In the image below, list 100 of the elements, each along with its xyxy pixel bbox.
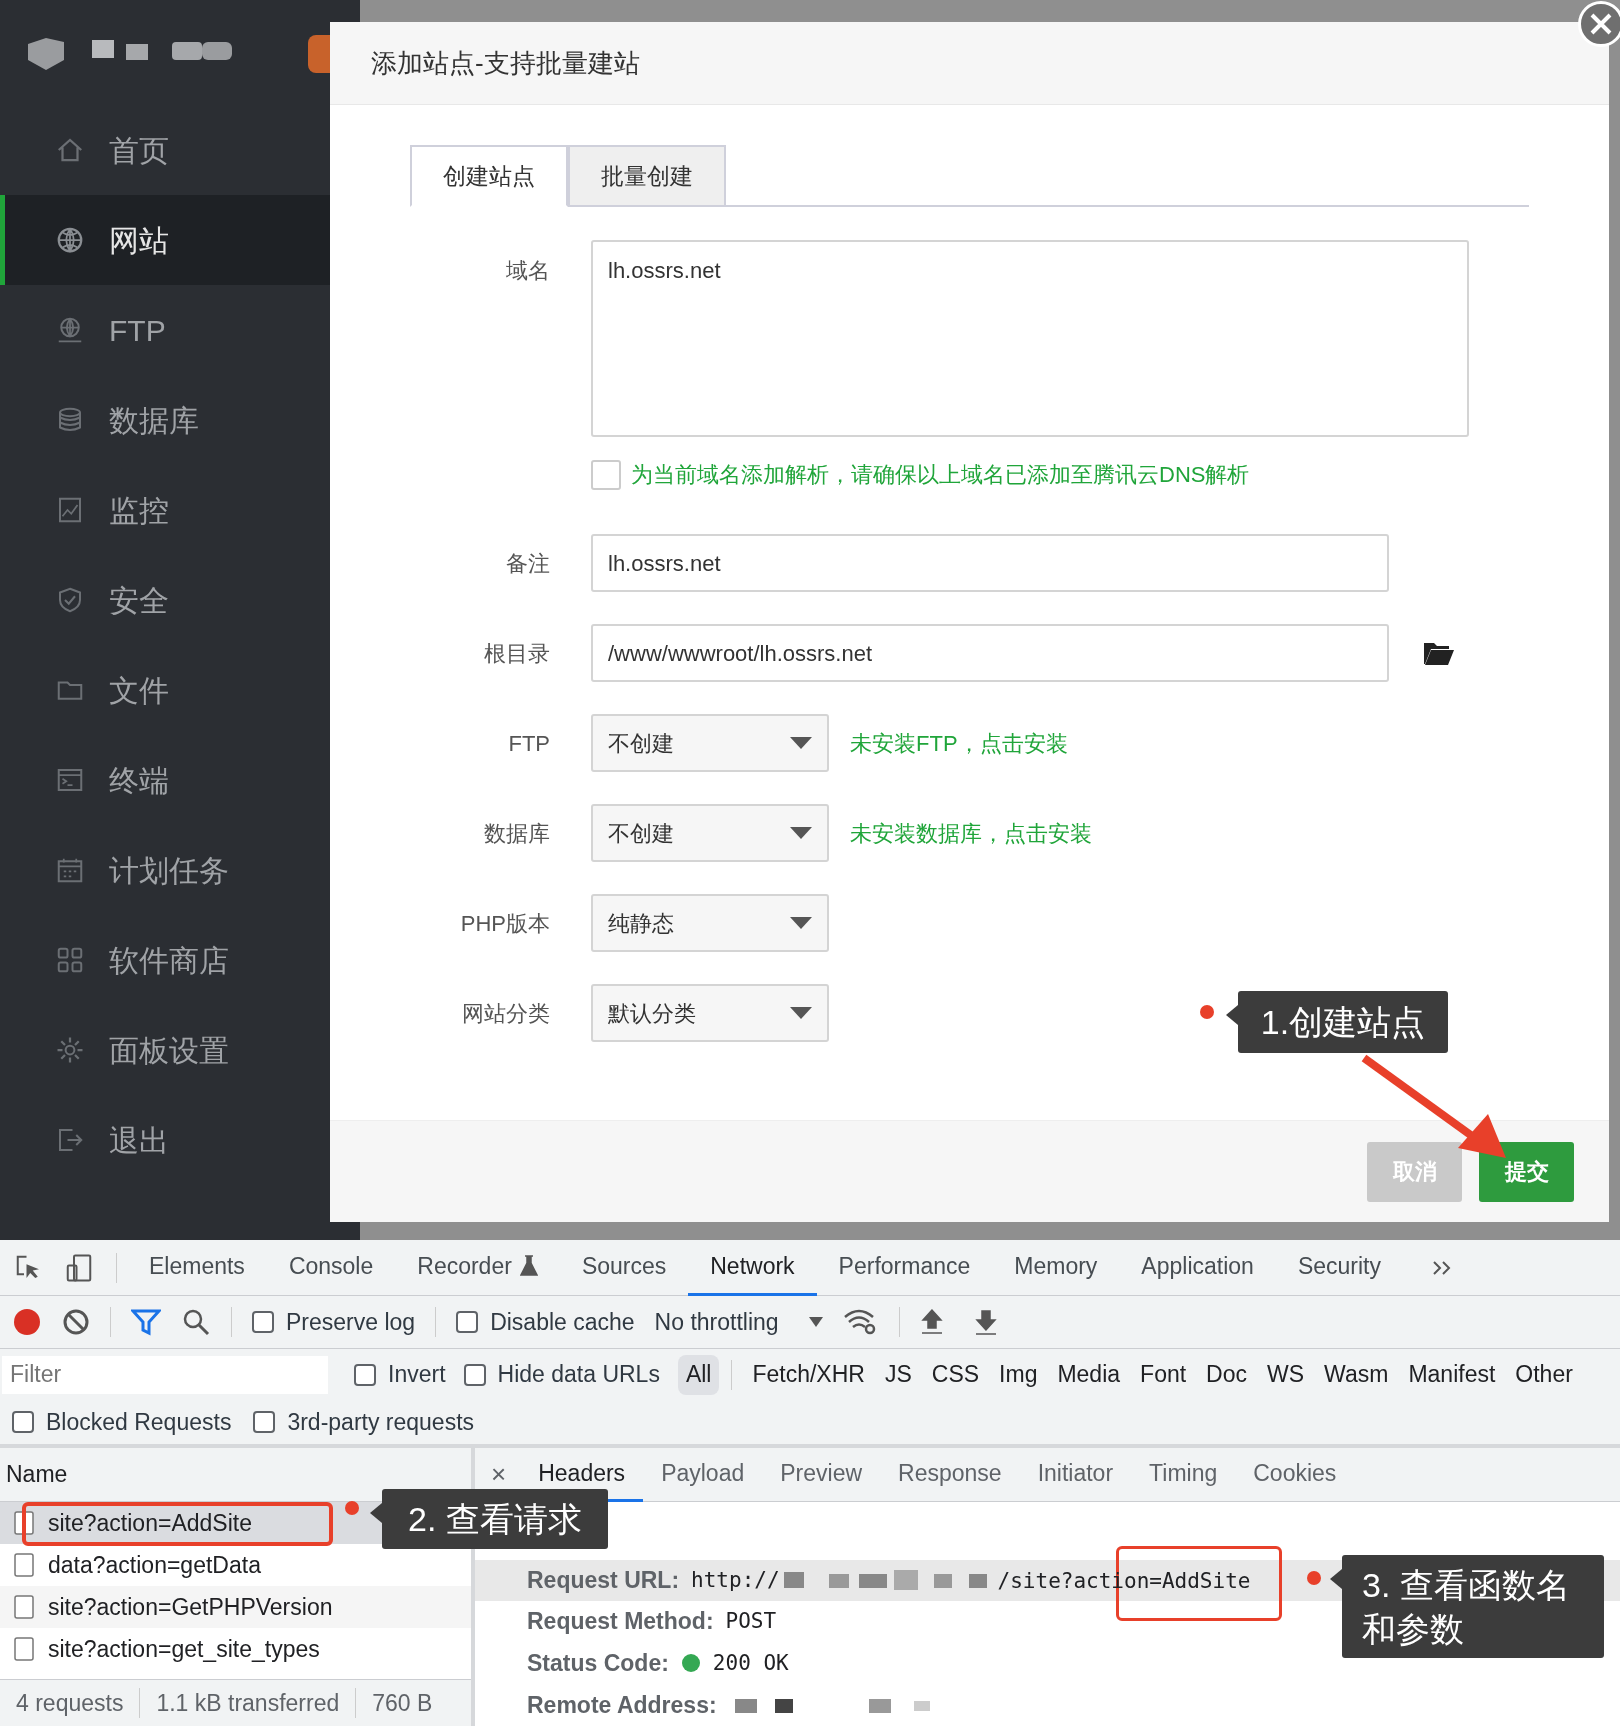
caret-icon [790,737,812,749]
devtools-tab[interactable]: Performance [816,1239,993,1296]
globe-icon [55,225,85,255]
select-dropdown[interactable]: 不创建 [591,714,829,772]
devtools-tab[interactable]: Recorder [395,1239,560,1296]
caret-icon [808,1317,823,1327]
devtools-tab[interactable]: Memory [992,1239,1120,1296]
tab[interactable]: 批量创建 [568,145,726,207]
request-row[interactable]: site?action=GetPHPVersion [0,1586,471,1628]
folder-icon[interactable] [1423,640,1455,666]
type-filter[interactable]: WS [1259,1354,1313,1395]
status-text: 1.1 kB transferred [155,1688,341,1718]
upload-icon[interactable] [919,1308,944,1336]
sidebar-item[interactable]: 面板设置 [0,1005,360,1095]
field-label: 域名 [506,257,550,285]
checkbox[interactable] [12,1411,34,1433]
header-label: Status Code: [527,1649,669,1679]
checkbox[interactable] [456,1311,479,1333]
caret-icon [790,1007,812,1019]
sidebar-item[interactable]: 安全 [0,555,360,645]
detail-tab[interactable]: Response [880,1447,1020,1502]
column-header: Name [6,1460,68,1490]
dialog-title: 添加站点-支持批量建站 [371,46,640,80]
header-value: POST [725,1607,777,1635]
type-filter[interactable]: Wasm [1316,1354,1397,1395]
select-dropdown[interactable]: 纯静态 [591,894,829,952]
checkbox[interactable] [463,1363,486,1386]
type-filter[interactable]: Img [991,1354,1046,1395]
filter-field[interactable]: Filter [2,1355,328,1394]
devtools-tab[interactable]: Application [1119,1239,1276,1296]
sidebar-item[interactable]: 数据库 [0,375,360,465]
detail-tab[interactable]: Timing [1131,1447,1236,1502]
filter-icon[interactable] [131,1308,161,1336]
checkbox[interactable] [354,1363,376,1386]
record-icon[interactable] [12,1307,42,1337]
sidebar-item[interactable]: 监控 [0,465,360,555]
type-filter[interactable]: Manifest [1400,1354,1504,1395]
field-label: 备注 [506,549,550,578]
search-icon[interactable] [181,1307,211,1337]
callout-pointer-icon [370,1503,382,1523]
type-filter[interactable]: Other [1507,1354,1581,1395]
throttling-dropdown[interactable]: No throttling [654,1304,823,1340]
document-icon [14,1637,34,1661]
devtools-tab[interactable]: Console [266,1239,396,1296]
type-filter[interactable]: CSS [923,1354,988,1395]
detail-tab[interactable]: Preview [762,1447,881,1502]
devtools-tab[interactable]: Elements [127,1239,267,1296]
gear-icon [55,1035,85,1065]
download-icon[interactable] [973,1308,998,1336]
checkbox[interactable] [253,1411,276,1433]
field-label: PHP版本 [460,909,550,938]
clear-icon[interactable] [62,1308,90,1336]
type-filter[interactable]: Media [1049,1354,1129,1395]
status-dot-icon [680,1653,701,1674]
submit-button[interactable]: 提交 [1479,1141,1574,1202]
checkbox-label: Invert [388,1360,446,1390]
status-text: 4 requests [15,1688,125,1718]
checkbox-label: 3rd-party requests [287,1407,475,1437]
sidebar-item[interactable]: 软件商店 [0,915,360,1005]
header-label: Request Method: [527,1607,714,1637]
devtools-tab[interactable]: Sources [559,1239,689,1296]
input-field[interactable]: /www/wwwroot/lh.ossrs.net [591,624,1389,682]
field-label: FTP [508,729,550,758]
close-icon [1590,13,1612,35]
sidebar-item[interactable]: 首页 [0,105,360,195]
type-filter[interactable]: Doc [1198,1354,1255,1395]
detail-tab[interactable]: Cookies [1235,1447,1355,1502]
select-dropdown[interactable]: 默认分类 [591,984,829,1042]
sidebar-item[interactable]: 文件 [0,645,360,735]
type-filter[interactable]: Font [1132,1354,1195,1395]
checkbox-label: Preserve log [286,1307,416,1337]
checkbox[interactable] [252,1311,274,1333]
caret-icon [790,827,812,839]
devtools-tab[interactable]: Security [1275,1239,1403,1296]
sidebar-item[interactable]: 计划任务 [0,825,360,915]
domain-textarea[interactable]: lh.ossrs.net [591,240,1469,437]
header-label: Request URL: [527,1566,680,1596]
select-dropdown[interactable]: 不创建 [591,804,829,862]
device-icon[interactable] [64,1252,94,1283]
sidebar-item[interactable]: FTP [0,285,360,375]
checkbox-label: 为当前域名添加解析，请确保以上域名已添加至腾讯云DNS解析 [631,461,1250,489]
type-filter[interactable]: JS [876,1354,920,1395]
checkbox-label: Hide data URLs [497,1360,660,1390]
header-label: Remote Address: [527,1690,717,1720]
sidebar-item[interactable]: 终端 [0,735,360,825]
tab[interactable]: 创建站点 [410,145,568,207]
header-value: http:// [691,1566,780,1594]
type-filter[interactable]: All [677,1354,720,1395]
checkbox-label: Disable cache [490,1307,635,1337]
detail-tab[interactable]: Payload [643,1447,763,1502]
field-label: 数据库 [484,819,550,848]
detail-tab[interactable]: Initiator [1019,1447,1132,1502]
header-value: 200 OK [712,1649,789,1677]
checkbox-label: Blocked Requests [46,1407,232,1437]
caret-icon [790,917,812,929]
sidebar-item[interactable]: 退出 [0,1095,360,1185]
document-icon [14,1595,34,1619]
type-filter[interactable]: Fetch/XHR [744,1354,873,1395]
input-field[interactable]: lh.ossrs.net [591,534,1389,592]
grid-icon [55,945,85,975]
